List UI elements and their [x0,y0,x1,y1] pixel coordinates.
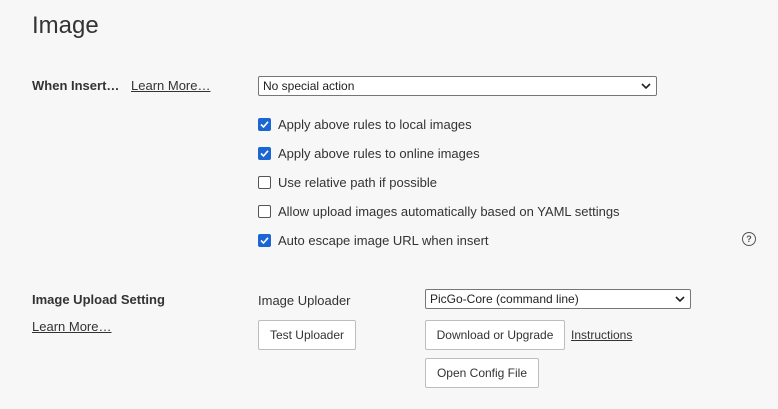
chevron-down-icon [641,83,651,90]
check-icon [260,121,269,129]
checkbox-label: Use relative path if possible [278,175,437,190]
checkbox-unchecked[interactable] [258,205,271,218]
checkbox-online-images[interactable]: Apply above rules to online images [258,146,480,161]
checkbox-auto-upload-yaml[interactable]: Allow upload images automatically based … [258,204,620,219]
checkbox-label: Auto escape image URL when insert [278,233,489,248]
checkbox-unchecked[interactable] [258,176,271,189]
chevron-down-icon [675,296,685,303]
test-uploader-button[interactable]: Test Uploader [258,320,356,350]
page-title: Image [32,12,99,39]
open-config-file-button[interactable]: Open Config File [425,358,539,388]
checkbox-label: Apply above rules to online images [278,146,480,161]
check-icon [260,150,269,158]
insert-action-select-value: No special action [263,79,355,93]
insert-action-select[interactable]: No special action [258,76,657,96]
image-upload-setting-label: Image Upload Setting [32,292,165,307]
help-circle-icon[interactable]: ? [742,232,756,246]
when-insert-label: When Insert… [32,78,120,93]
checkbox-auto-escape-url[interactable]: Auto escape image URL when insert [258,233,489,248]
insert-learn-more-link[interactable]: Learn More… [131,78,210,93]
checkbox-checked[interactable] [258,118,271,131]
checkbox-checked[interactable] [258,234,271,247]
upload-learn-more-link[interactable]: Learn More… [32,319,111,334]
checkbox-label: Apply above rules to local images [278,117,472,132]
check-icon [260,237,269,245]
instructions-link[interactable]: Instructions [571,328,632,342]
image-uploader-label: Image Uploader [258,293,351,308]
checkbox-local-images[interactable]: Apply above rules to local images [258,117,472,132]
image-uploader-select-value: PicGo-Core (command line) [430,292,579,306]
checkbox-checked[interactable] [258,147,271,160]
image-uploader-select[interactable]: PicGo-Core (command line) [425,289,691,309]
download-upgrade-button[interactable]: Download or Upgrade [425,320,565,350]
checkbox-relative-path[interactable]: Use relative path if possible [258,175,437,190]
checkbox-label: Allow upload images automatically based … [278,204,620,219]
